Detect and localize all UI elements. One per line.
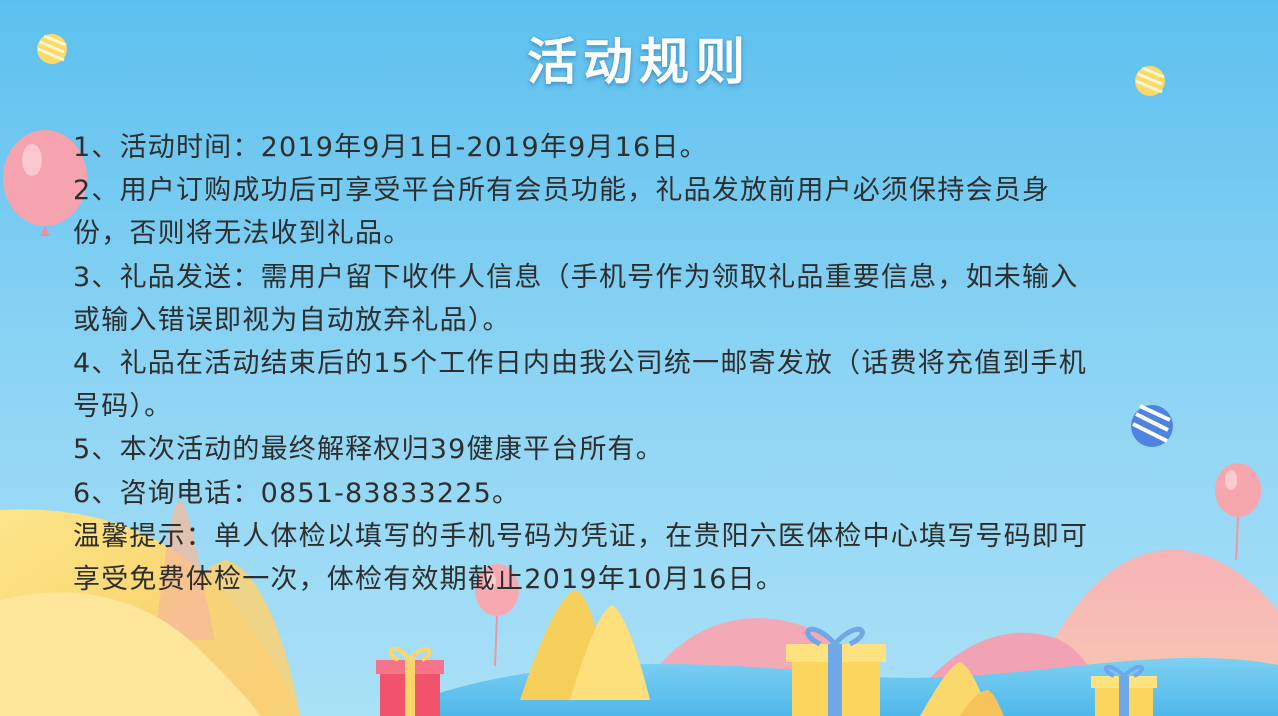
rule-line: 3、礼品发送：需用户留下收件人信息（手机号作为领取礼品重要信息，如未输入 xyxy=(73,261,1079,293)
rule-line: 5、本次活动的最终解释权归39健康平台所有。 xyxy=(73,434,664,466)
rule-line: 2、用户订购成功后可享受平台所有会员功能，礼品发放前用户必须保持会员身 xyxy=(73,175,1051,207)
rule-line: 享受免费体检一次，体检有效期截止2019年10月16日。 xyxy=(73,564,785,596)
page-title: 活动规则 xyxy=(527,33,751,91)
rule-line: 份，否则将无法收到礼品。 xyxy=(73,218,412,250)
rule-line: 号码）。 xyxy=(73,391,173,423)
rule-line: 温馨提示：单人体检以填写的手机号码为凭证，在贵阳六医体检中心填写号码即可 xyxy=(73,520,1089,552)
rule-line: 或输入错误即视为自动放弃礼品）。 xyxy=(73,304,511,336)
rules-list: 1、活动时间：2019年9月1日-2019年9月16日。 2、用户订购成功后可享… xyxy=(73,126,1223,601)
rule-line: 1、活动时间：2019年9月1日-2019年9月16日。 xyxy=(73,132,708,163)
rule-line: 4、礼品在活动结束后的15个工作日内由我公司统一邮寄发放（话费将充值到手机 xyxy=(73,348,1087,380)
rule-line: 6、咨询电话：0851-83833225。 xyxy=(73,477,521,509)
